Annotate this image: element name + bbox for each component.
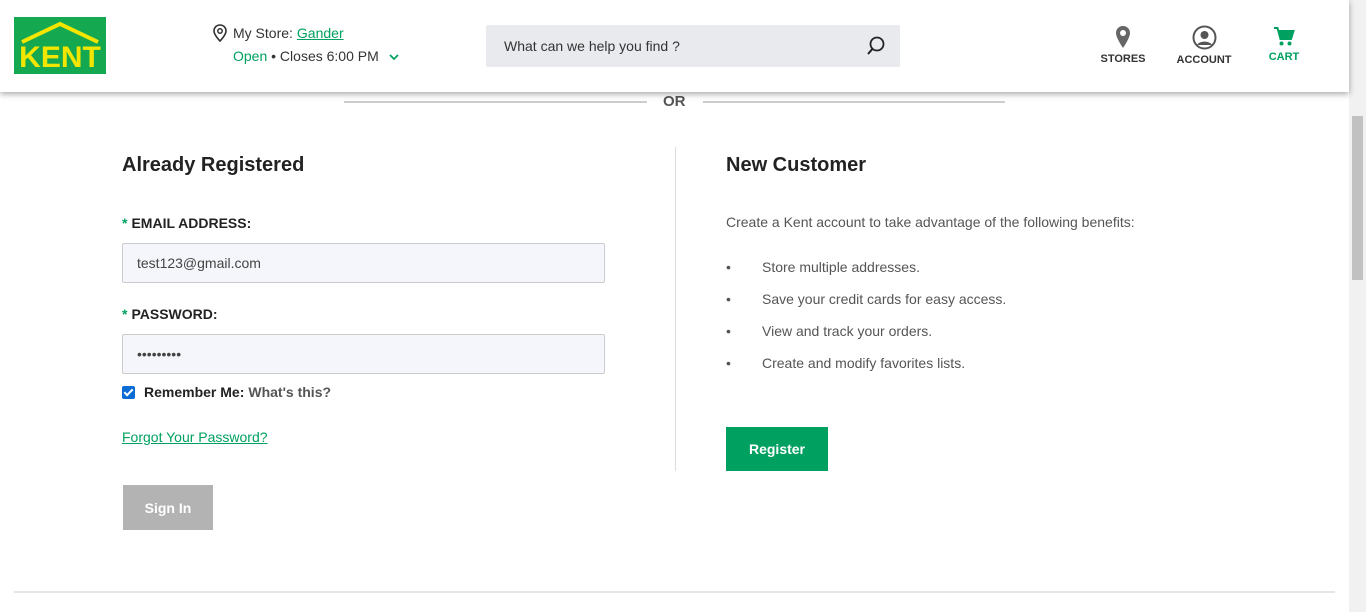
login-title: Already Registered <box>122 154 305 176</box>
footer-divider <box>14 591 1335 593</box>
account-nav[interactable]: ACCOUNT <box>1174 25 1234 66</box>
or-divider-text: OR <box>663 93 686 110</box>
svg-text:KENT: KENT <box>19 41 101 74</box>
remember-me-checkbox[interactable] <box>122 385 135 399</box>
remember-me: Remember Me: What's this? <box>122 384 331 400</box>
store-name-link[interactable]: Gander <box>297 25 344 41</box>
chevron-down-icon[interactable] <box>389 50 399 64</box>
required-mark: * <box>122 306 128 322</box>
location-pin-icon <box>1116 26 1130 48</box>
kent-logo[interactable]: KENT <box>14 17 106 74</box>
whats-this-link[interactable]: What's this? <box>248 384 331 400</box>
my-store-label: My Store: <box>233 25 293 41</box>
location-pin-icon <box>213 24 227 42</box>
password-field-wrapper <box>122 334 605 374</box>
list-item: Save your credit cards for easy access. <box>726 291 1006 323</box>
user-account-icon <box>1192 25 1216 50</box>
or-divider-left <box>344 101 647 103</box>
stores-label: STORES <box>1100 53 1146 65</box>
page-scrollbar[interactable] <box>1349 0 1366 612</box>
scrollbar-thumb[interactable] <box>1352 116 1363 280</box>
cart-nav[interactable]: CART <box>1265 25 1303 63</box>
list-item: View and track your orders. <box>726 323 1006 355</box>
email-label: * EMAIL ADDRESS: <box>122 215 252 231</box>
list-item: Store multiple addresses. <box>726 259 1006 291</box>
kent-logo-mark: KENT <box>19 21 101 74</box>
search-icon[interactable] <box>866 36 886 56</box>
search-input[interactable] <box>504 25 844 67</box>
benefits-list: Store multiple addresses. Save your cred… <box>726 259 1006 387</box>
column-divider <box>675 147 676 471</box>
sign-in-button[interactable]: Sign In <box>123 485 213 530</box>
list-item: Create and modify favorites lists. <box>726 355 1006 387</box>
register-button[interactable]: Register <box>726 427 828 471</box>
store-closing-time: • Closes 6:00 PM <box>267 48 379 64</box>
password-label: * PASSWORD: <box>122 306 218 322</box>
email-field-wrapper <box>122 243 605 283</box>
my-store: My Store: Gander Open • Closes 6:00 PM <box>213 24 399 64</box>
stores-nav[interactable]: STORES <box>1100 25 1146 65</box>
site-header: KENT My Store: Gander Open • Closes 6:00… <box>0 0 1349 92</box>
store-hours[interactable]: Open • Closes 6:00 PM <box>233 48 399 64</box>
cart-label: CART <box>1268 51 1300 63</box>
account-label: ACCOUNT <box>1176 54 1232 66</box>
search-bar <box>486 25 900 67</box>
store-open-status: Open <box>233 48 268 64</box>
new-customer-title: New Customer <box>726 154 867 176</box>
email-field[interactable] <box>123 244 604 282</box>
register-description: Create a Kent account to take advantage … <box>726 214 1135 230</box>
password-field[interactable] <box>123 335 604 373</box>
forgot-password-link[interactable]: Forgot Your Password? <box>122 429 268 445</box>
required-mark: * <box>122 215 128 231</box>
remember-me-label: Remember Me: <box>144 384 245 400</box>
shopping-cart-icon <box>1274 27 1295 46</box>
or-divider-right <box>703 101 1005 103</box>
